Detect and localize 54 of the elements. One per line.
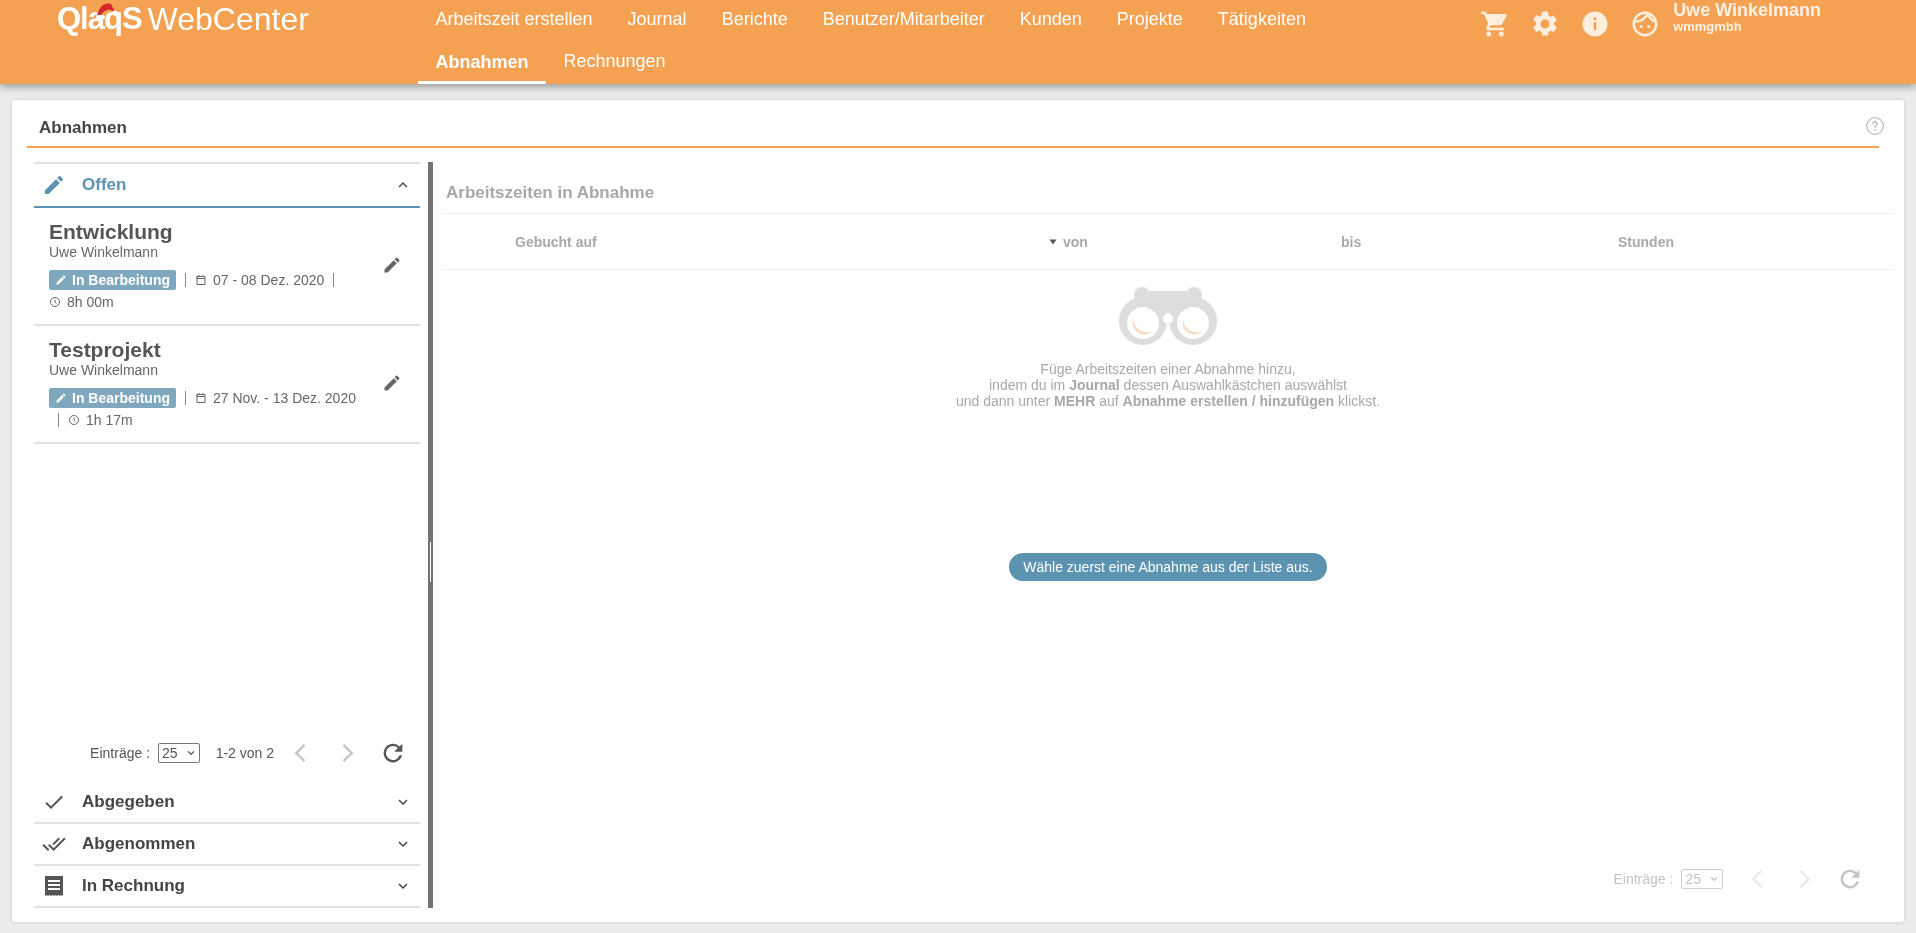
section-title: Arbeitszeiten in Abnahme [443,162,1893,214]
duration: 1h 17m [86,412,133,428]
logo-product: WebCenter [147,0,309,38]
caret-icon [185,748,196,758]
section-header[interactable]: Abgegeben [34,782,420,824]
duration: 8h 00m [67,294,114,310]
section-header[interactable]: Abgenommen [34,824,420,866]
nav-tab[interactable]: Abnahmen [418,42,546,84]
nav-tab[interactable]: Kunden [1002,0,1100,40]
calendar-icon [195,274,207,286]
item-title: Entwicklung [49,220,174,244]
help-icon[interactable] [1865,116,1885,136]
nav-tab[interactable]: Rechnungen [546,42,684,82]
nav-tab[interactable]: Arbeitszeit erstellen [418,0,611,40]
nav-tab[interactable]: Projekte [1099,0,1201,40]
receipt-icon [42,874,66,898]
section-label: Abgegeben [82,792,176,812]
item-title: Testprojekt [49,338,162,362]
nav-tab[interactable]: Berichte [704,0,806,40]
page-title: Abnahmen [39,118,127,138]
logo-brand: QlaqS [57,0,142,38]
section-label: In Rechnung [82,876,186,896]
item-person: Uwe Winkelmann [49,244,159,261]
clock-icon [49,296,61,308]
section-label: Abgenommen [82,834,197,854]
splitter-handle[interactable] [428,162,433,908]
nav-tab[interactable]: Benutzer/Mitarbeiter [805,0,1003,40]
pencil-icon [382,373,402,393]
caret-icon [1709,874,1719,884]
section-header[interactable]: In Rechnung [34,866,420,908]
user-name: Uwe Winkelmann [1673,0,1821,20]
user-company: wmmgmbh [1673,20,1743,34]
pencil-icon [55,392,67,404]
clock-icon [68,414,80,426]
section-label: Offen [82,175,128,195]
section-header[interactable]: Offen [34,164,420,208]
nav-tab[interactable]: Tätigkeiten [1200,0,1324,40]
calendar-icon [195,392,207,404]
page-size-select[interactable]: 25 [158,743,200,763]
pencil-icon [42,173,66,197]
item-person: Uwe Winkelmann [49,362,159,379]
status-badge: In Bearbeitung [49,270,176,290]
empty-state-text: Füge Arbeitszeiten einer Abnahme hinzu, indem du im Journal dessen Auswahlkästchen auswählst und dann unter MEHR auf Abnahme erstellen / hinzufügen klickst. [955,361,1381,409]
nav-tab[interactable]: Journal [610,0,705,40]
entries-label: Einträge : [1613,871,1674,887]
date-range: 07 - 08 Dez. 2020 [213,272,325,288]
date-range: 27 Nov. - 13 Dez. 2020 [213,390,356,406]
pencil-icon [382,255,402,275]
page-range: 1-2 von 2 [215,745,274,761]
entries-label: Einträge : [90,745,151,761]
status-badge: In Bearbeitung [49,388,176,408]
pencil-icon [55,274,67,286]
binoculars-icon [1117,285,1219,345]
hint-message: Wähle zuerst eine Abnahme aus der Liste aus. [1009,553,1327,581]
